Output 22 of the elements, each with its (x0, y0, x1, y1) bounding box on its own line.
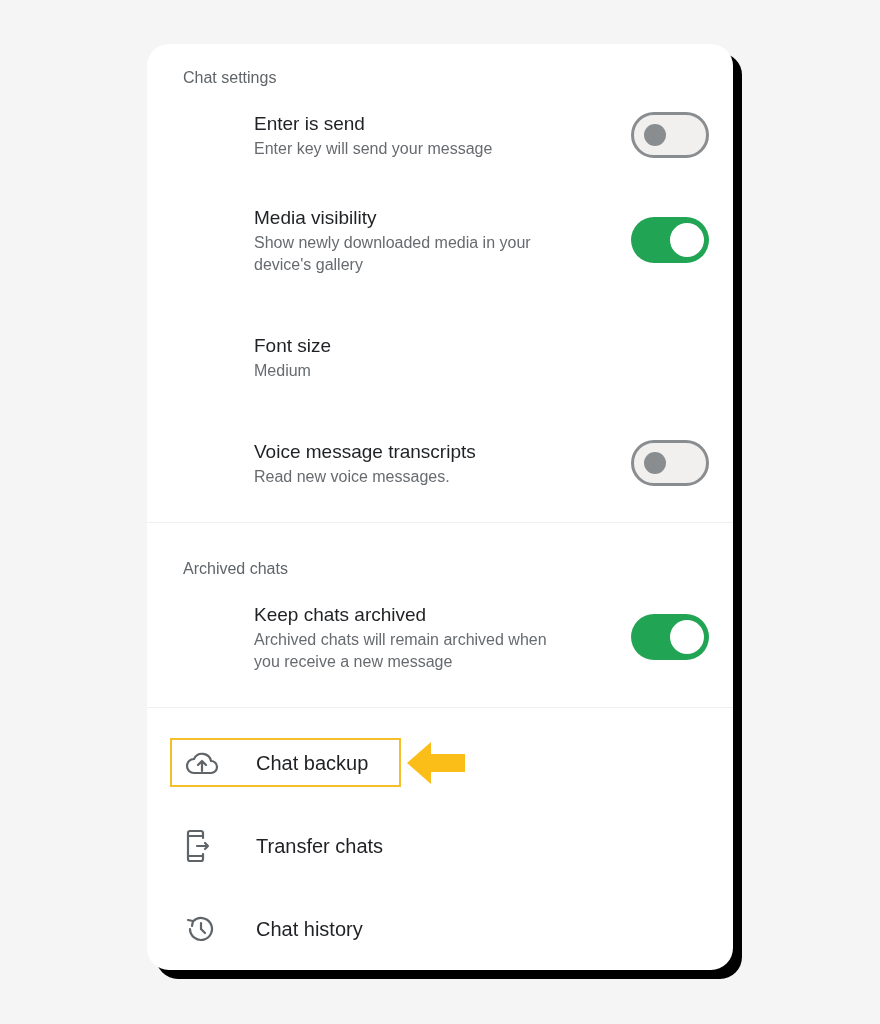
toggle-switch[interactable] (631, 217, 709, 263)
section-header: Chat settings (183, 68, 278, 88)
pointer-arrow (407, 741, 465, 784)
setting-title[interactable]: Media visibility (254, 204, 591, 232)
section-header: Archived chats (183, 559, 289, 579)
setting-description: Medium (254, 361, 312, 381)
setting-description: Archived chats will remain archived when you receive a new message (254, 630, 548, 672)
toggle-switch[interactable] (631, 112, 709, 158)
setting-title[interactable]: Enter is send (254, 110, 591, 138)
setting-title[interactable]: Voice message transcripts (254, 438, 591, 466)
setting-title[interactable]: Keep chats archived (254, 601, 591, 629)
setting-title[interactable]: Font size (254, 332, 669, 360)
setting-description: Enter key will send your message (254, 139, 494, 159)
setting-description: Show newly downloaded media in your device's gallery (254, 233, 532, 275)
toggle-switch[interactable] (631, 440, 709, 486)
phone-arrow-icon (185, 828, 211, 863)
toggle-switch[interactable] (631, 614, 709, 660)
history-icon (185, 914, 215, 943)
menu-item[interactable]: Transfer chats (170, 821, 401, 870)
menu-item[interactable]: Chat history (170, 904, 401, 953)
setting-description: Read new voice messages. (254, 467, 451, 487)
menu-item[interactable]: Chat backup (170, 738, 401, 787)
